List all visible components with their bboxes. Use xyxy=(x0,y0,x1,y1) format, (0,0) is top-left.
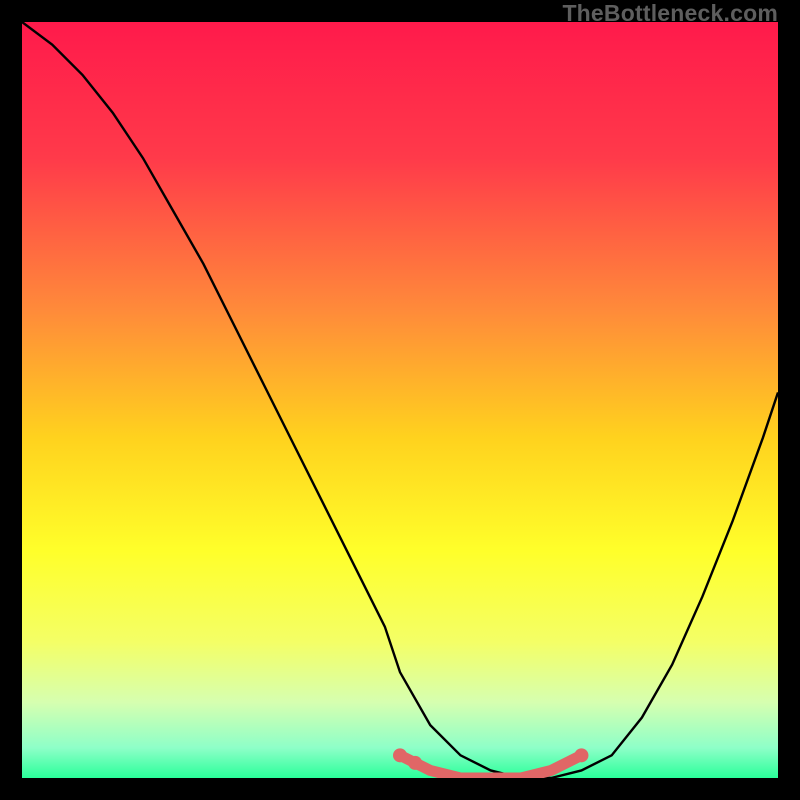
highlight-dot xyxy=(574,748,588,762)
chart-frame xyxy=(22,22,778,778)
bottleneck-chart xyxy=(22,22,778,778)
chart-background-gradient xyxy=(22,22,778,778)
highlight-dot xyxy=(408,756,422,770)
highlight-dot xyxy=(393,748,407,762)
